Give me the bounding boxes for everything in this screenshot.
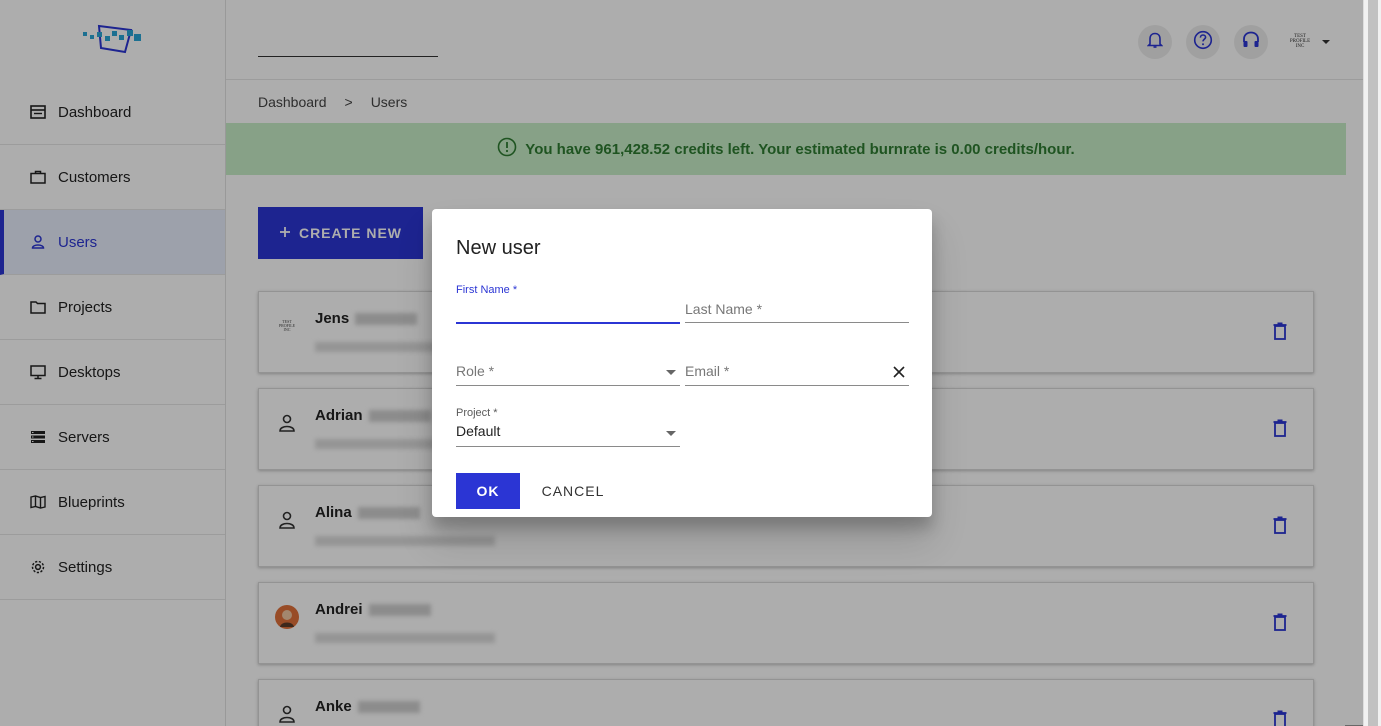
chevron-down-icon <box>666 431 676 436</box>
project-select[interactable]: Project * Default <box>456 407 680 447</box>
dialog-title: New user <box>456 237 541 259</box>
role-underline <box>456 385 680 386</box>
project-label: Project * <box>456 407 498 419</box>
first-name-label: First Name * <box>456 284 518 296</box>
email-underline <box>685 385 909 386</box>
cancel-button[interactable]: CANCEL <box>536 473 610 509</box>
role-select[interactable]: Role * <box>456 363 680 386</box>
scrollbar-thumb[interactable] <box>1368 0 1378 726</box>
email-placeholder: Email * <box>685 363 730 379</box>
first-name-field[interactable]: First Name * <box>456 284 680 324</box>
ok-button[interactable]: OK <box>456 473 520 509</box>
role-placeholder: Role * <box>456 363 495 379</box>
chevron-down-icon <box>666 370 676 375</box>
email-field[interactable]: Email * <box>685 363 909 386</box>
first-name-underline <box>456 322 680 324</box>
last-name-placeholder: Last Name * <box>685 301 763 317</box>
last-name-field[interactable]: Last Name * <box>685 301 909 323</box>
last-name-underline <box>685 322 909 323</box>
page-scrollbar[interactable] <box>1363 0 1381 726</box>
project-value: Default <box>456 423 501 439</box>
project-underline <box>456 446 680 447</box>
new-user-dialog: New user First Name * Last Name * Role *… <box>432 209 932 517</box>
close-icon[interactable] <box>893 365 905 383</box>
